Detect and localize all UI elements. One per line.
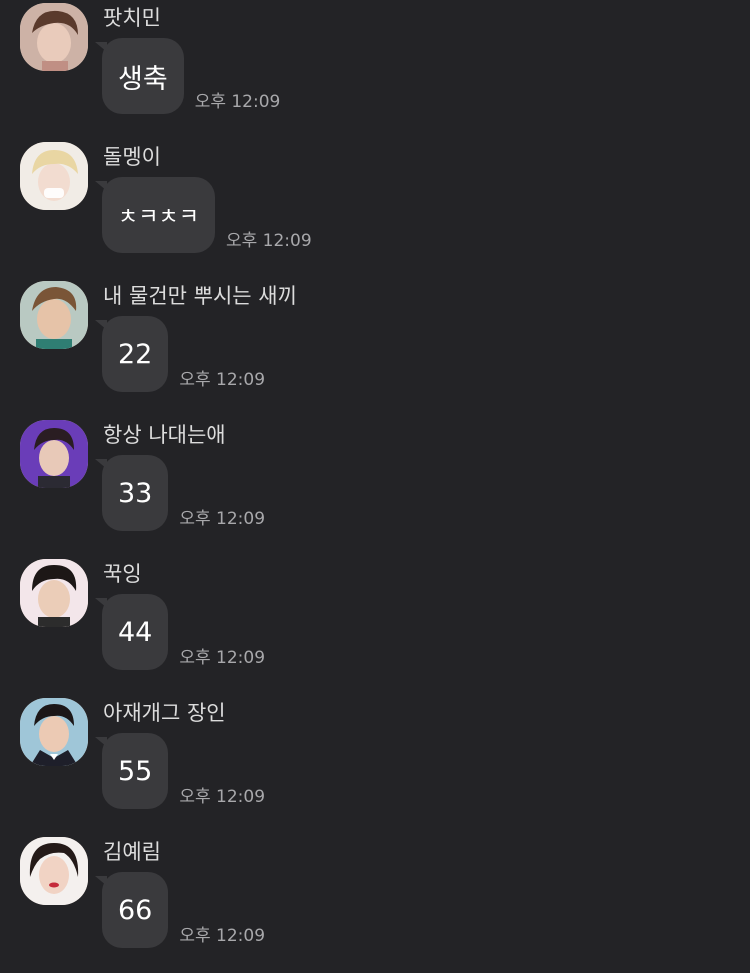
message-bubble[interactable]: 22 <box>95 316 169 392</box>
bubble-tail <box>95 459 107 469</box>
message-text: 55 <box>118 755 153 787</box>
bubble-tail <box>95 598 107 608</box>
message-bubble[interactable]: 생축 <box>95 38 184 114</box>
message-bubble[interactable]: 55 <box>95 733 169 809</box>
avatar-girl-red-lips-icon[interactable] <box>20 837 88 905</box>
bubble-tail <box>95 876 107 886</box>
chat-message: 항상 나대는애 33 오후 12:09 <box>0 417 750 556</box>
message-time: 오후 12:09 <box>179 787 266 807</box>
message-text: 44 <box>118 616 153 648</box>
message-time: 오후 12:09 <box>179 926 266 946</box>
bubble-tail <box>95 42 107 52</box>
message-time: 오후 12:09 <box>225 231 312 251</box>
sender-name: 돌멩이 <box>103 145 161 169</box>
chat-message: 김예림 66 오후 12:09 <box>0 834 750 973</box>
message-text: 33 <box>118 477 153 509</box>
chat-message: 돌멩이 ㅊㅋㅊㅋ 오후 12:09 <box>0 139 750 278</box>
avatar-smiling-boy-icon[interactable] <box>20 281 88 349</box>
message-text: 66 <box>118 894 153 926</box>
message-text: 22 <box>118 338 153 370</box>
chat-message: 팟치민 생축 오후 12:09 <box>0 0 750 139</box>
sender-name: 꾹잉 <box>103 562 142 586</box>
chat-message: 내 물건만 뿌시는 새끼 22 오후 12:09 <box>0 278 750 417</box>
avatar-blond-hair-icon[interactable] <box>20 142 88 210</box>
message-time: 오후 12:09 <box>179 370 266 390</box>
chat-message: 꾹잉 44 오후 12:09 <box>0 556 750 695</box>
avatar-suit-boy-icon[interactable] <box>20 698 88 766</box>
bubble-tail <box>95 181 107 191</box>
sender-name: 팟치민 <box>103 6 161 30</box>
message-text: 생축 <box>118 63 168 95</box>
sender-name: 내 물건만 뿌시는 새끼 <box>103 284 297 308</box>
avatar-boy-light-hair-icon[interactable] <box>20 3 88 71</box>
avatar-dark-hair-boy-icon[interactable] <box>20 559 88 627</box>
message-time: 오후 12:09 <box>194 92 281 112</box>
chat-message: 아재개그 장인 55 오후 12:09 <box>0 695 750 834</box>
bubble-tail <box>95 737 107 747</box>
avatar-purple-background-icon[interactable] <box>20 420 88 488</box>
sender-name: 항상 나대는애 <box>103 423 226 447</box>
message-bubble[interactable]: ㅊㅋㅊㅋ <box>95 177 215 253</box>
bubble-tail <box>95 320 107 330</box>
chat-message-list[interactable]: 팟치민 생축 오후 12:09 돌멩이 ㅊㅋㅊㅋ 오후 12:09 내 물건만 … <box>0 0 750 967</box>
sender-name: 아재개그 장인 <box>103 701 226 725</box>
message-bubble[interactable]: 66 <box>95 872 169 948</box>
message-time: 오후 12:09 <box>179 509 266 529</box>
message-bubble[interactable]: 33 <box>95 455 169 531</box>
message-text: ㅊㅋㅊㅋ <box>118 205 199 230</box>
message-time: 오후 12:09 <box>179 648 266 668</box>
sender-name: 김예림 <box>103 840 161 864</box>
message-bubble[interactable]: 44 <box>95 594 169 670</box>
